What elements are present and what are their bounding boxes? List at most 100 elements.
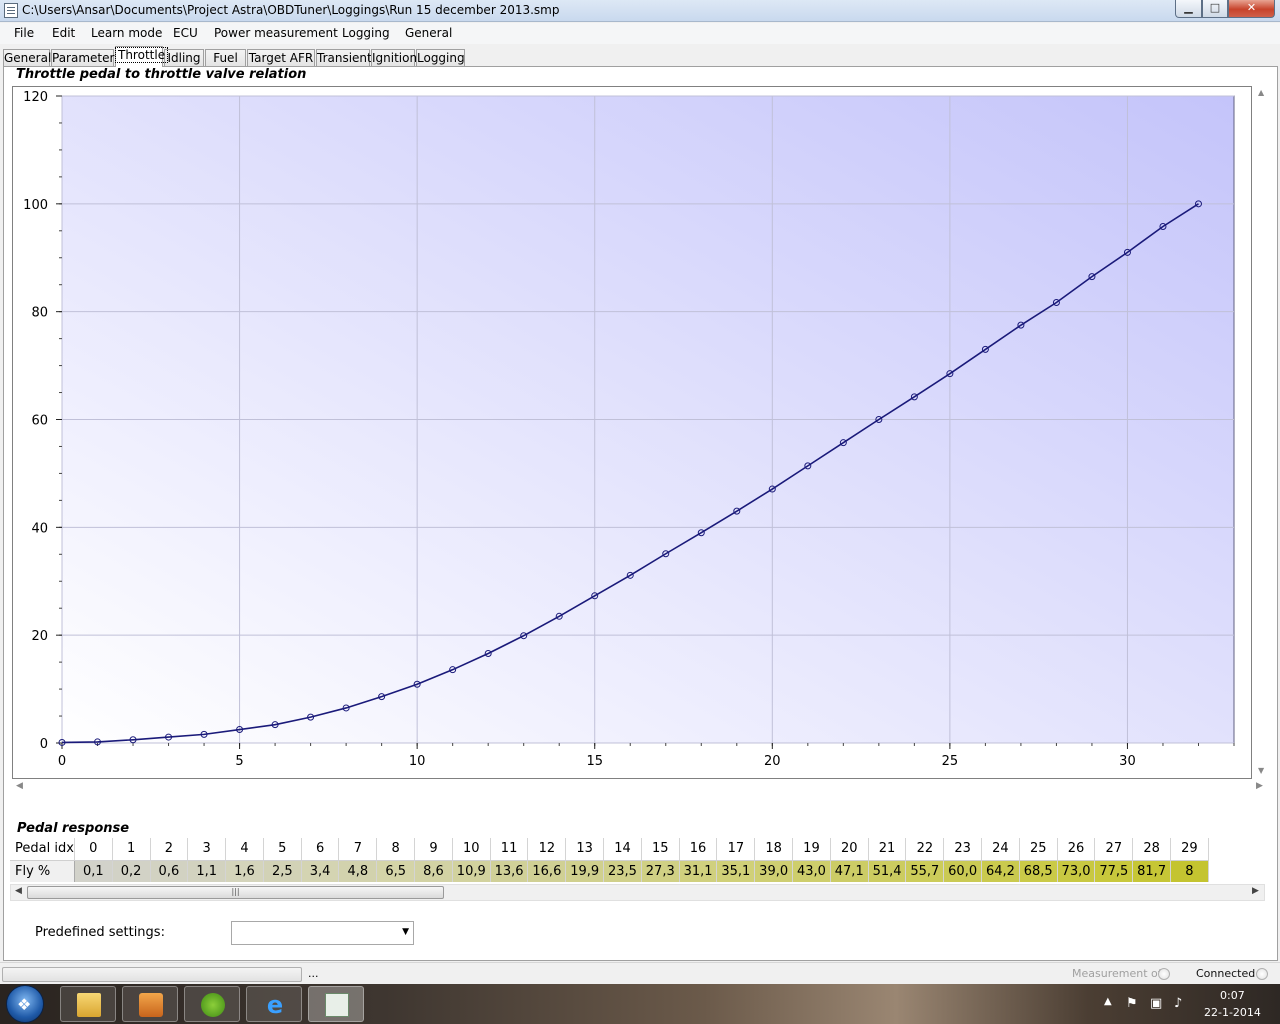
menu-learn-mode[interactable]: Learn mode (91, 26, 162, 40)
fly-value-cell[interactable]: 1,1 (187, 860, 227, 882)
row-header-pedal-idx: Pedal idx (10, 838, 75, 861)
fly-value-cell[interactable]: 31,1 (679, 860, 718, 882)
taskbar-obdtuner[interactable] (308, 986, 364, 1022)
tab-general[interactable]: General (3, 49, 51, 67)
fly-value-cell[interactable]: 55,7 (905, 860, 945, 882)
pedal-response-grid[interactable]: Pedal idx 0 1 2 3 4 5 6 7 8 9 10 11 12 13 14 15 16 17 18 19… (10, 838, 1265, 884)
menu-power-measurement[interactable]: Power measurement (214, 26, 338, 40)
tab-throttle[interactable]: Throttle (114, 46, 169, 67)
chart-horizontal-scrollbar[interactable]: ◀ ▶ (12, 781, 1268, 795)
grid-scroll-thumb[interactable]: ||| (27, 886, 444, 899)
x-tick-label: 10 (409, 754, 426, 769)
y-tick-label: 120 (23, 90, 48, 105)
tray-expand-icon[interactable]: ▲ (1104, 996, 1112, 1007)
tab-ignition[interactable]: Ignition (371, 49, 417, 67)
pedal-idx-cell: 29 (1170, 838, 1209, 861)
pedal-idx-cell: 12 (527, 838, 567, 861)
fly-value-cell[interactable]: 19,9 (565, 860, 605, 882)
menu-edit[interactable]: Edit (52, 26, 75, 40)
menu-file[interactable]: File (14, 26, 34, 40)
pedal-idx-cell: 3 (187, 838, 227, 861)
fly-value-cell[interactable]: 39,0 (754, 860, 794, 882)
fly-value-cell[interactable]: 1,6 (225, 860, 264, 882)
fly-value-cell[interactable]: 43,0 (792, 860, 831, 882)
chart-vertical-scrollbar[interactable]: ▲ ▼ (1256, 86, 1268, 779)
pedal-idx-cell: 13 (565, 838, 605, 861)
network-icon[interactable]: ▣ (1150, 996, 1162, 1011)
tab-bar: General Parameters Throttle Idling Fuel … (0, 45, 1280, 67)
fly-value-cell[interactable]: 27,3 (641, 860, 680, 882)
fly-value-cell[interactable]: 16,6 (527, 860, 567, 882)
fly-value-cell[interactable]: 51,4 (868, 860, 907, 882)
taskbar-internet-explorer[interactable]: e (246, 986, 302, 1022)
internet-explorer-icon: e (266, 991, 284, 1019)
pedal-idx-cell: 16 (679, 838, 718, 861)
scroll-right-arrow-icon[interactable]: ▶ (1256, 781, 1263, 791)
fly-value-cell[interactable]: 0,1 (74, 860, 113, 882)
fly-value-cell[interactable]: 35,1 (716, 860, 756, 882)
grid-scroll-right-icon[interactable]: ▶ (1252, 886, 1259, 896)
pedal-idx-cell: 23 (943, 838, 983, 861)
x-tick-label: 15 (586, 754, 603, 769)
y-tick-label: 40 (31, 521, 48, 536)
clock-time[interactable]: 0:07 (1220, 989, 1245, 1002)
fly-value-cell[interactable]: 4,8 (338, 860, 378, 882)
taskbar-explorer[interactable] (60, 986, 116, 1022)
chevron-down-icon[interactable]: ▼ (402, 927, 409, 937)
maximize-button[interactable]: □ (1202, 0, 1228, 18)
y-tick-label: 100 (23, 198, 48, 213)
action-center-flag-icon[interactable]: ⚑ (1126, 996, 1138, 1011)
fly-value-cell[interactable]: 0,2 (112, 860, 151, 882)
obdtuner-icon (325, 993, 349, 1017)
menu-ecu[interactable]: ECU (173, 26, 198, 40)
scroll-left-arrow-icon[interactable]: ◀ (16, 781, 23, 791)
tab-fuel[interactable]: Fuel (205, 49, 246, 67)
pedal-idx-cell: 2 (150, 838, 189, 861)
grid-scroll-left-icon[interactable]: ◀ (15, 886, 22, 896)
tab-idling[interactable]: Idling (164, 49, 204, 67)
scroll-down-arrow-icon[interactable]: ▼ (1258, 766, 1264, 775)
grid-horizontal-scrollbar[interactable]: ◀ ||| ▶ (10, 884, 1265, 901)
volume-icon[interactable]: ♪ (1174, 996, 1182, 1011)
predefined-settings-select[interactable]: ▼ (231, 921, 414, 945)
taskbar-spotify[interactable] (184, 986, 240, 1022)
fly-value-cell[interactable]: 77,5 (1094, 860, 1134, 882)
fly-value-cell[interactable]: 73,0 (1057, 860, 1096, 882)
x-tick-label: 0 (58, 754, 66, 769)
fly-value-cell[interactable]: 8 (1170, 860, 1209, 882)
scroll-up-arrow-icon[interactable]: ▲ (1258, 88, 1264, 97)
connection-indicator (1256, 968, 1268, 980)
fly-value-cell[interactable]: 47,1 (830, 860, 869, 882)
menu-general[interactable]: General (405, 26, 452, 40)
tab-target-afr[interactable]: Target AFR (247, 49, 315, 67)
fly-value-cell[interactable]: 2,5 (263, 860, 302, 882)
fly-value-cell[interactable]: 13,6 (490, 860, 529, 882)
taskbar-media-player[interactable] (122, 986, 178, 1022)
pedal-idx-cell: 14 (603, 838, 642, 861)
fly-value-cell[interactable]: 8,6 (414, 860, 453, 882)
fly-value-cell[interactable]: 68,5 (1019, 860, 1058, 882)
taskbar: ❖ e ▲ ⚑ ▣ ♪ 0:07 22-1-2014 (0, 984, 1280, 1024)
tab-parameters[interactable]: Parameters (51, 49, 121, 67)
pedal-idx-cell: 9 (414, 838, 453, 861)
pedal-idx-cell: 4 (225, 838, 264, 861)
fly-value-cell[interactable]: 23,5 (603, 860, 642, 882)
tab-transient[interactable]: Transient (316, 49, 372, 67)
fly-value-cell[interactable]: 6,5 (376, 860, 416, 882)
window-title: C:\Users\Ansar\Documents\Project Astra\O… (22, 3, 560, 17)
fly-value-cell[interactable]: 60,0 (943, 860, 983, 882)
fly-value-cell[interactable]: 10,9 (452, 860, 491, 882)
tab-logging[interactable]: Logging (416, 49, 465, 67)
close-button[interactable]: ✕ (1228, 0, 1275, 18)
menu-logging[interactable]: Logging (342, 26, 390, 40)
fly-value-cell[interactable]: 3,4 (301, 860, 340, 882)
throttle-chart[interactable]: 0 5 10 15 20 25 30 0 20 40 60 80 100 120 (12, 86, 1252, 779)
fly-value-cell[interactable]: 64,2 (981, 860, 1020, 882)
row-header-fly: Fly % (10, 860, 75, 882)
fly-value-cell[interactable]: 81,7 (1132, 860, 1172, 882)
clock-date[interactable]: 22-1-2014 (1204, 1006, 1261, 1019)
fly-value-cell[interactable]: 0,6 (150, 860, 189, 882)
start-button[interactable]: ❖ (6, 985, 44, 1023)
minimize-button[interactable]: ▁ (1175, 0, 1202, 18)
pedal-idx-cell: 20 (830, 838, 869, 861)
